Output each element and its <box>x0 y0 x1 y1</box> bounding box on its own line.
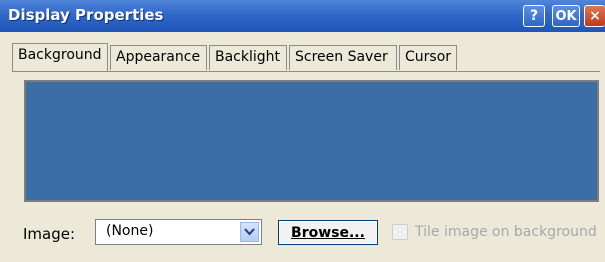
tab-cursor[interactable]: Cursor <box>399 45 457 70</box>
background-preview <box>24 80 599 202</box>
title-bar: Display Properties ? OK × <box>0 0 605 32</box>
ok-button[interactable]: OK <box>552 5 580 27</box>
browse-label: Browse... <box>291 224 365 241</box>
browse-button[interactable]: Browse... <box>278 220 378 245</box>
tab-label: Backlight <box>215 49 281 65</box>
tile-image-checkbox[interactable] <box>392 224 408 240</box>
window-title: Display Properties <box>8 6 164 24</box>
tab-appearance[interactable]: Appearance <box>110 45 207 70</box>
help-icon: ? <box>529 8 539 24</box>
display-properties-window: Display Properties ? OK × Background App… <box>0 0 605 262</box>
tab-background[interactable]: Background <box>12 43 108 71</box>
tab-screen-saver[interactable]: Screen Saver <box>289 45 397 70</box>
tab-backlight[interactable]: Backlight <box>209 45 287 70</box>
image-select[interactable]: (None) <box>95 219 262 245</box>
help-button[interactable]: ? <box>523 5 545 27</box>
image-label: Image: <box>23 225 76 243</box>
chevron-down-icon <box>244 228 255 236</box>
tile-image-label: Tile image on background <box>415 224 597 240</box>
ok-label: OK <box>555 8 577 24</box>
tab-label: Screen Saver <box>295 49 388 65</box>
tab-label: Appearance <box>116 49 201 65</box>
tab-label: Cursor <box>405 49 452 65</box>
tab-label: Background <box>18 47 102 63</box>
close-icon: × <box>589 8 601 24</box>
dropdown-arrow-button[interactable] <box>240 222 259 242</box>
image-select-value: (None) <box>106 223 154 239</box>
close-button[interactable]: × <box>584 5 605 27</box>
